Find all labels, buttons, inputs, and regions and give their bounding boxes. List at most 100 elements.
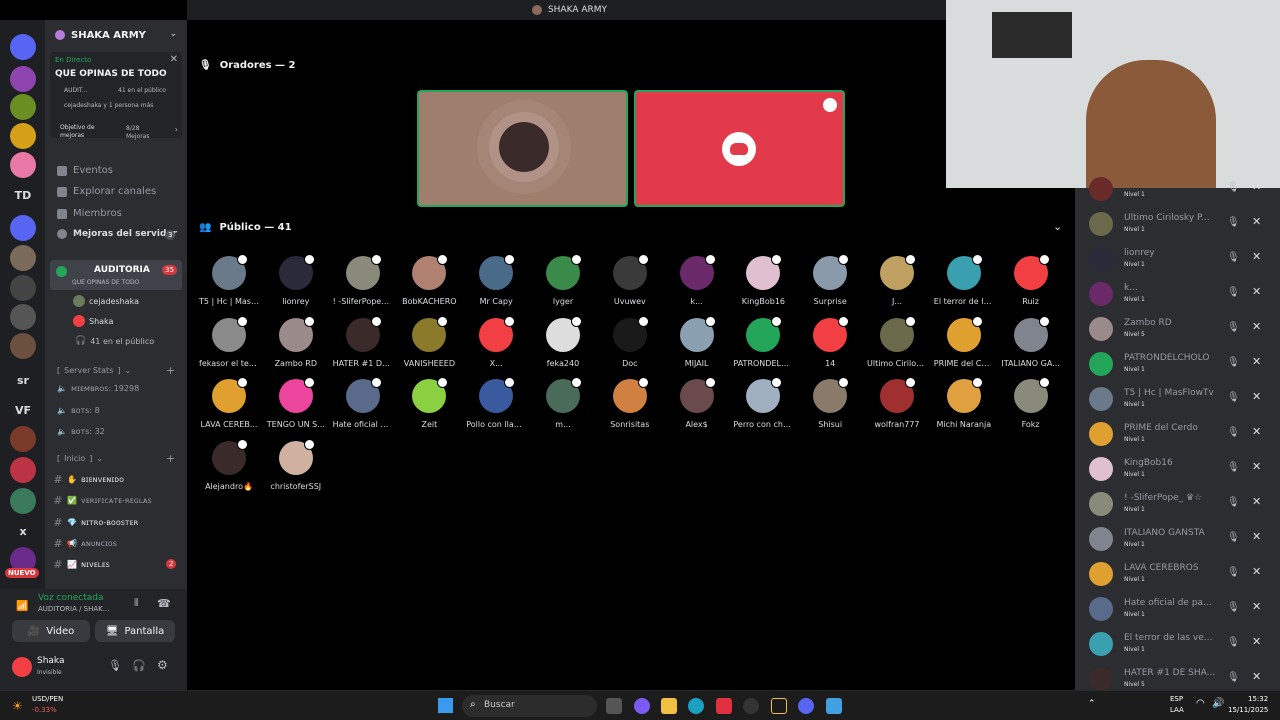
app-icon[interactable] [716, 698, 732, 714]
stage-channel[interactable]: AUDITORIA 35 QUE OPINAS DE TODO [50, 260, 182, 290]
invite-to-speak-icon[interactable]: 🎙 [1227, 637, 1240, 648]
close-icon[interactable]: ✕ [1252, 285, 1261, 298]
audience-member[interactable]: Zambo RD [266, 315, 326, 368]
close-icon[interactable]: ✕ [1252, 425, 1261, 438]
audience-member[interactable]: Uvuwev [600, 254, 660, 306]
server-icon[interactable] [10, 488, 36, 514]
audience-member[interactable]: m... [533, 377, 593, 429]
server-icon[interactable] [10, 457, 36, 483]
close-icon[interactable]: ✕ [1252, 355, 1261, 368]
audience-member[interactable]: Zeit [399, 377, 459, 429]
audience-member[interactable]: 14 [800, 315, 860, 368]
gear-icon[interactable]: ⚙ [157, 658, 168, 672]
invite-to-speak-icon[interactable]: 🎙 [1227, 357, 1240, 368]
category-start[interactable]: [Inicio] ⌄ [57, 454, 103, 463]
speaker-item[interactable]: Shaka [73, 315, 113, 327]
invite-to-speak-icon[interactable]: 🎙 [1227, 252, 1240, 263]
close-icon[interactable]: ✕ [1252, 635, 1261, 648]
nav-browse-channels[interactable]: Explorar canales [57, 186, 156, 197]
stage-member-row[interactable]: Zambo RD Nivel 5 🎙 ✕ [1089, 314, 1274, 349]
server-icon[interactable] [10, 94, 36, 120]
server-icon[interactable] [10, 333, 36, 359]
audience-member[interactable]: PRIME del Ce... [934, 315, 994, 368]
close-icon[interactable]: ✕ [1252, 600, 1261, 613]
audience-member[interactable]: christoferSSJ [266, 438, 326, 491]
audience-member[interactable]: Ruiz [1001, 254, 1061, 306]
invite-to-speak-icon[interactable]: 🎙 [1227, 567, 1240, 578]
stage-member-row[interactable]: El terror de las ve... Nivel 1 🎙 ✕ [1089, 629, 1274, 664]
audience-member[interactable]: Pollo con llanta [466, 377, 526, 429]
disconnect-icon[interactable]: ☎ [157, 597, 171, 610]
edge-icon[interactable] [688, 698, 704, 714]
language-1[interactable]: ESP [1170, 695, 1183, 703]
stage-member-row[interactable]: LAVA CEREBROS Nivel 1 🎙 ✕ [1089, 559, 1274, 594]
app-icon[interactable] [743, 698, 759, 714]
text-channel[interactable]: # 📈 ɴɪᴠᴇʟᴇs [53, 558, 109, 571]
audience-member[interactable]: PATRONDELC... [733, 315, 793, 368]
task-view-icon[interactable] [606, 698, 622, 714]
audience-member[interactable]: BobKACHERO [399, 254, 459, 306]
close-icon[interactable]: ✕ [1252, 320, 1261, 333]
audience-count-item[interactable]: 🎧 41 en el público [75, 336, 154, 346]
audience-member[interactable]: ! -SliferPope_... [333, 254, 393, 306]
ticker-label[interactable]: USD/PEN [32, 695, 63, 703]
server-icon[interactable] [10, 152, 36, 178]
server-icon[interactable] [10, 215, 36, 241]
server-icon[interactable]: x [10, 518, 36, 544]
server-icon[interactable] [10, 123, 36, 149]
speaker-tile[interactable] [417, 90, 628, 207]
microphone-icon[interactable]: 🎙 [108, 659, 122, 672]
audience-member[interactable]: X... [466, 315, 526, 368]
chevron-down-icon[interactable]: ⌄ [1053, 220, 1062, 233]
stage-member-row[interactable]: PATRONDELCHOLO Nivel 1 🎙 ✕ [1089, 349, 1274, 384]
audience-member[interactable]: Alex$ [667, 377, 727, 429]
close-icon[interactable]: ✕ [1252, 460, 1261, 473]
invite-to-speak-icon[interactable]: 🎙 [1227, 287, 1240, 298]
add-icon[interactable]: + [166, 452, 175, 465]
live-stage-card[interactable]: En Directo ✕ QUE OPINAS DE TODO AUDIT...… [50, 52, 182, 140]
audience-member[interactable]: KingBob16 [733, 254, 793, 306]
audience-member[interactable]: Mr Capy [466, 254, 526, 306]
invite-to-speak-icon[interactable]: 🎙 [1227, 217, 1240, 228]
nav-server-boosts[interactable]: Mejoras del servidor [57, 229, 177, 239]
app-icon[interactable] [771, 698, 787, 714]
invite-to-speak-icon[interactable]: 🎙 [1227, 182, 1240, 193]
audience-member[interactable]: Shisui [800, 377, 860, 429]
close-icon[interactable]: ✕ [1252, 180, 1261, 193]
stage-member-row[interactable]: Ultimo Cirilosky P... Nivel 1 🎙 ✕ [1089, 209, 1274, 244]
nav-members[interactable]: Miembros [57, 208, 122, 219]
audience-member[interactable]: TENGO UN S... [266, 377, 326, 429]
invite-to-speak-icon[interactable]: 🎙 [1227, 392, 1240, 403]
audience-member[interactable]: Sonrisitas [600, 377, 660, 429]
server-icon[interactable]: VF [10, 397, 36, 423]
invite-to-speak-icon[interactable]: 🎙 [1227, 462, 1240, 473]
close-icon[interactable]: ✕ [1252, 530, 1261, 543]
windows-start-icon[interactable] [438, 698, 453, 713]
audience-member[interactable]: Surprise [800, 254, 860, 306]
close-icon[interactable]: ✕ [1252, 495, 1261, 508]
notepad-icon[interactable] [826, 698, 842, 714]
server-icon[interactable]: TD [10, 182, 36, 208]
add-icon[interactable]: + [166, 364, 175, 377]
invite-to-speak-icon[interactable]: 🎙 [1227, 322, 1240, 333]
text-channel[interactable]: # 💎 ɴɪᴛʀᴏ-ʙᴏᴏsᴛᴇʀ [53, 516, 138, 529]
server-icon[interactable]: sr [10, 367, 36, 393]
audience-member[interactable]: El terror de la... [934, 254, 994, 306]
invite-to-speak-icon[interactable]: 🎙 [1227, 672, 1240, 683]
boost-goal[interactable]: Objetivo de mejoras 8/28 Mejoras › [52, 122, 180, 140]
audience-member[interactable]: fekasor el terr... [199, 315, 259, 368]
server-header[interactable]: SHAKA ARMY ⌄ [45, 20, 187, 50]
stage-member-row[interactable]: k... Nivel 1 🎙 ✕ [1089, 279, 1274, 314]
audience-member[interactable]: VANISHEEED [399, 315, 459, 368]
audience-member[interactable]: LAVA CEREB... [199, 377, 259, 429]
close-icon[interactable]: ✕ [1252, 250, 1261, 263]
wifi-icon[interactable]: ◠ [1196, 698, 1205, 709]
audience-member[interactable]: Ultimo Cirilos... [867, 315, 927, 368]
audience-member[interactable]: lyger [533, 254, 593, 306]
server-icon[interactable] [10, 34, 36, 60]
invite-to-speak-icon[interactable]: 🎙 [1227, 427, 1240, 438]
stage-member-row[interactable]: T5 | Hc | MasFlowTv Nivel 1 🎙 ✕ [1089, 384, 1274, 419]
server-icon[interactable] [10, 304, 36, 330]
audience-member[interactable]: feka240 [533, 315, 593, 368]
stage-member-row[interactable]: KingBob16 Nivel 1 🎙 ✕ [1089, 454, 1274, 489]
